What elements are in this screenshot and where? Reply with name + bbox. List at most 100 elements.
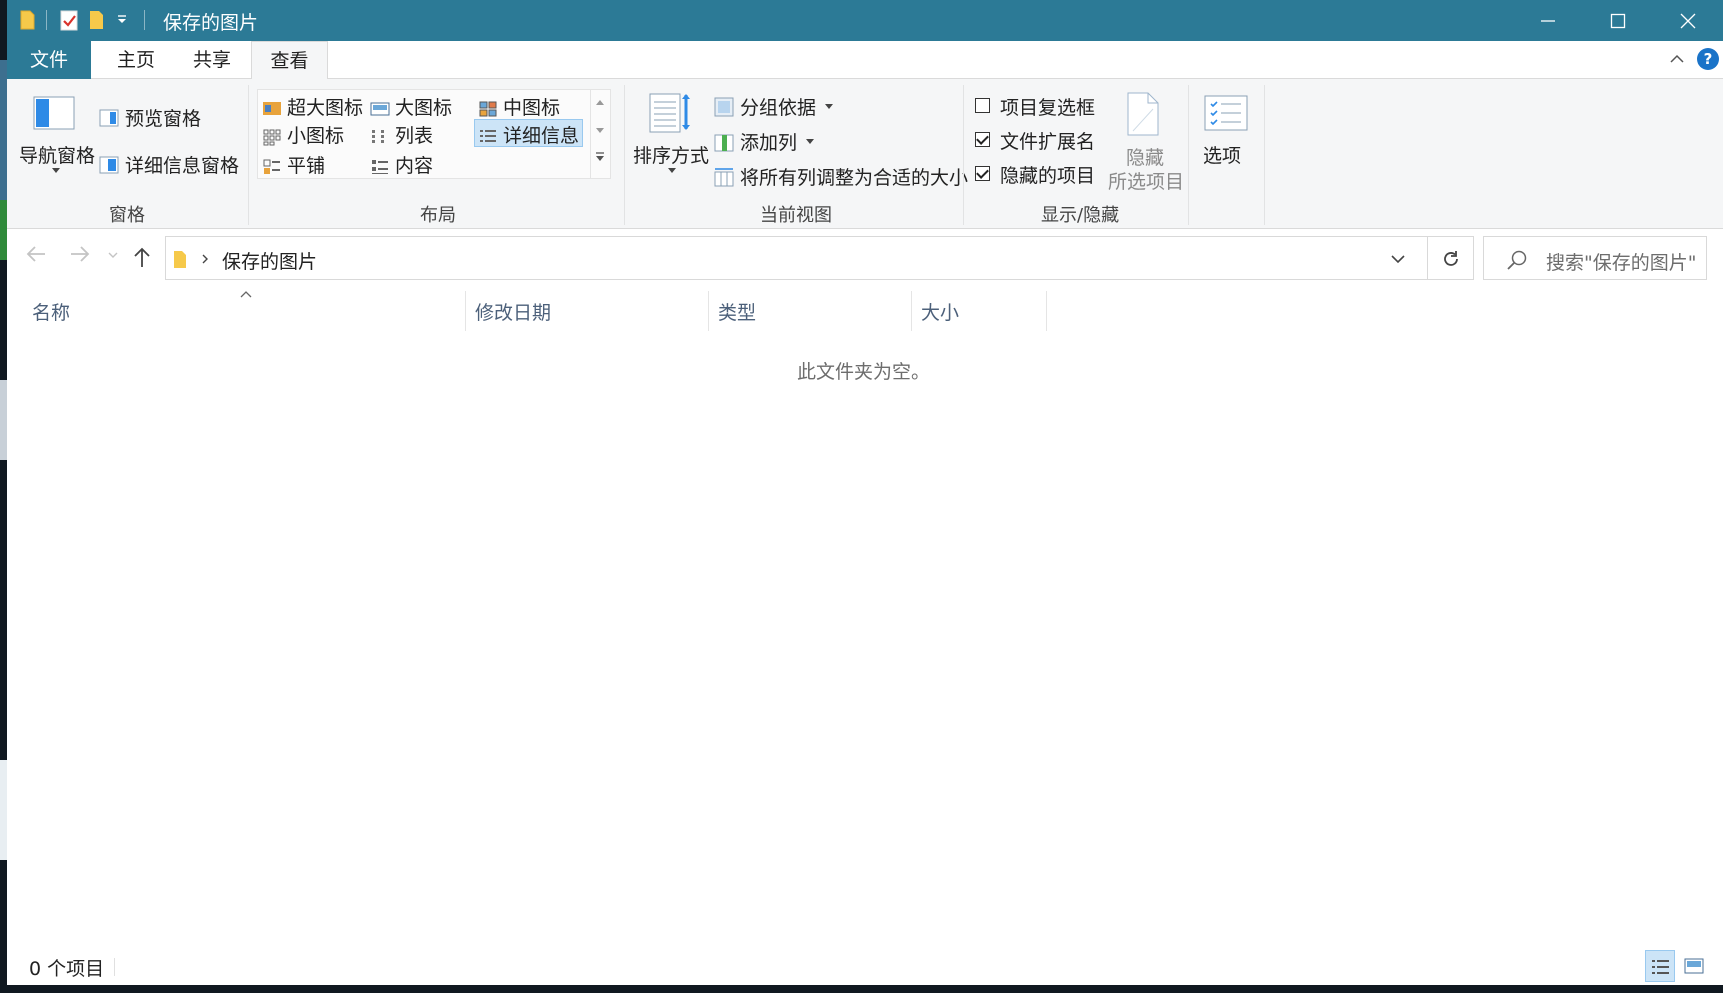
status-separator — [114, 958, 115, 976]
tab-file[interactable]: 文件 — [7, 41, 91, 79]
current-view-group-label: 当前视图 — [760, 205, 832, 226]
minimize-button[interactable] — [1513, 0, 1583, 41]
hide-selected-items-icon[interactable] — [1125, 91, 1161, 137]
add-column-button[interactable]: 添加列 — [714, 128, 815, 155]
navigation-pane-icon[interactable] — [33, 96, 75, 130]
navigation-pane-button[interactable]: 导航窗格 — [19, 141, 95, 168]
breadcrumb-current-folder[interactable]: 保存的图片 — [222, 247, 317, 274]
tab-view[interactable]: 查看 — [251, 41, 328, 80]
small-icons-icon — [263, 129, 281, 145]
group-by-icon — [714, 97, 734, 116]
layout-large-icons[interactable]: 大图标 — [370, 93, 452, 119]
ribbon-view: 导航窗格 预览窗格 详细信息窗格 窗格 超大图标 大图标 中图标 小图标 列表 … — [7, 79, 1723, 229]
large-icons-view-button[interactable] — [1679, 950, 1709, 982]
medium-icons-icon — [479, 101, 497, 116]
back-icon[interactable] — [25, 244, 47, 264]
desktop-edge — [0, 60, 7, 200]
new-folder-icon[interactable] — [89, 9, 105, 31]
group-separator — [963, 85, 964, 225]
layout-extra-large-icons[interactable]: 超大图标 — [262, 93, 363, 119]
scroll-up-icon[interactable] — [596, 100, 604, 105]
group-separator — [248, 85, 249, 225]
hide-selected-line1: 隐藏 — [1126, 147, 1165, 169]
chevron-down-icon — [806, 139, 815, 144]
chevron-down-icon — [52, 168, 60, 173]
up-icon[interactable] — [133, 246, 151, 268]
options-button[interactable]: 选项 — [1203, 141, 1241, 168]
search-box[interactable]: 搜索"保存的图片" — [1483, 236, 1707, 280]
tab-home[interactable]: 主页 — [98, 41, 174, 79]
group-by-button[interactable]: 分组依据 — [714, 93, 834, 120]
forward-icon[interactable] — [69, 244, 91, 264]
address-dropdown-icon[interactable] — [1391, 255, 1405, 264]
layout-group-label: 布局 — [420, 205, 456, 226]
column-header-size[interactable]: 大小 — [921, 298, 959, 325]
item-count: 0 个项目 — [29, 958, 105, 980]
chevron-down-icon — [668, 168, 676, 173]
details-pane-label: 详细信息窗格 — [125, 155, 240, 177]
column-header-type[interactable]: 类型 — [718, 298, 756, 325]
layout-label: 大图标 — [395, 97, 453, 119]
minimize-icon — [1541, 20, 1555, 22]
layout-label: 中图标 — [503, 97, 561, 119]
hidden-items-checkbox[interactable] — [975, 166, 990, 181]
layout-label: 超大图标 — [287, 97, 364, 119]
close-button[interactable] — [1653, 0, 1723, 41]
layout-tiles[interactable]: 平铺 — [262, 151, 325, 177]
details-pane-button[interactable]: 详细信息窗格 — [99, 151, 239, 178]
layout-medium-icons[interactable]: 中图标 — [478, 93, 560, 119]
quick-access-separator — [46, 10, 47, 30]
column-header-name[interactable]: 名称 — [32, 298, 70, 325]
recent-locations-icon[interactable] — [108, 252, 118, 259]
breadcrumb-chevron-icon[interactable] — [202, 254, 209, 264]
desktop-edge — [0, 200, 7, 260]
maximize-button[interactable] — [1583, 0, 1653, 41]
large-icons-view-icon — [1684, 958, 1704, 974]
item-checkboxes-checkbox[interactable] — [975, 98, 990, 113]
sort-ascending-icon — [240, 291, 252, 298]
address-bar[interactable]: 保存的图片 — [165, 236, 1428, 280]
refresh-button[interactable] — [1428, 236, 1474, 280]
sort-by-button[interactable]: 排序方式 — [633, 141, 709, 168]
layout-gallery: 超大图标 大图标 中图标 小图标 列表 详细信息 平铺 内容 — [257, 89, 611, 179]
layout-content[interactable]: 内容 — [370, 151, 433, 177]
preview-pane-label: 预览窗格 — [125, 108, 202, 130]
close-icon — [1680, 13, 1696, 29]
layout-label: 列表 — [395, 125, 434, 147]
file-extensions-checkbox[interactable] — [975, 132, 990, 147]
hide-selected-line2: 所选项目 — [1108, 171, 1185, 193]
fit-columns-button[interactable]: 将所有列调整为合适的大小 — [714, 163, 968, 190]
collapse-ribbon-icon[interactable] — [1669, 52, 1685, 66]
hidden-items-label: 隐藏的项目 — [1000, 165, 1096, 187]
layout-details[interactable]: 详细信息 — [474, 119, 583, 147]
preview-pane-button[interactable]: 预览窗格 — [99, 104, 201, 131]
window-title: 保存的图片 — [163, 12, 259, 34]
help-icon[interactable]: ? — [1697, 48, 1719, 70]
group-separator — [1188, 85, 1189, 225]
scroll-down-icon[interactable] — [596, 128, 604, 133]
large-icons-icon — [370, 102, 390, 115]
sort-by-icon[interactable] — [648, 91, 692, 135]
list-icon — [372, 129, 384, 143]
details-view-icon — [1652, 960, 1669, 974]
layout-list[interactable]: 列表 — [370, 121, 433, 147]
options-icon[interactable] — [1204, 95, 1248, 131]
expand-gallery-icon[interactable] — [595, 152, 605, 162]
preview-pane-icon — [99, 109, 119, 126]
tab-share[interactable]: 共享 — [174, 41, 250, 79]
column-divider[interactable] — [1046, 291, 1047, 331]
layout-small-icons[interactable]: 小图标 — [262, 121, 344, 147]
properties-icon[interactable] — [60, 9, 78, 31]
ribbon-tabs: 文件 主页 共享 查看 ? — [7, 41, 1723, 80]
details-icon — [480, 129, 496, 142]
layout-label: 平铺 — [287, 155, 326, 177]
status-bar: 0 个项目 — [7, 948, 1723, 985]
customize-quick-access-icon[interactable] — [116, 15, 128, 25]
folder-icon[interactable] — [20, 9, 36, 31]
column-divider[interactable] — [708, 291, 709, 331]
column-header-date-modified[interactable]: 修改日期 — [475, 298, 551, 325]
refresh-icon — [1444, 251, 1458, 266]
details-view-button[interactable] — [1645, 950, 1675, 982]
column-divider[interactable] — [911, 291, 912, 331]
column-divider[interactable] — [465, 291, 466, 331]
